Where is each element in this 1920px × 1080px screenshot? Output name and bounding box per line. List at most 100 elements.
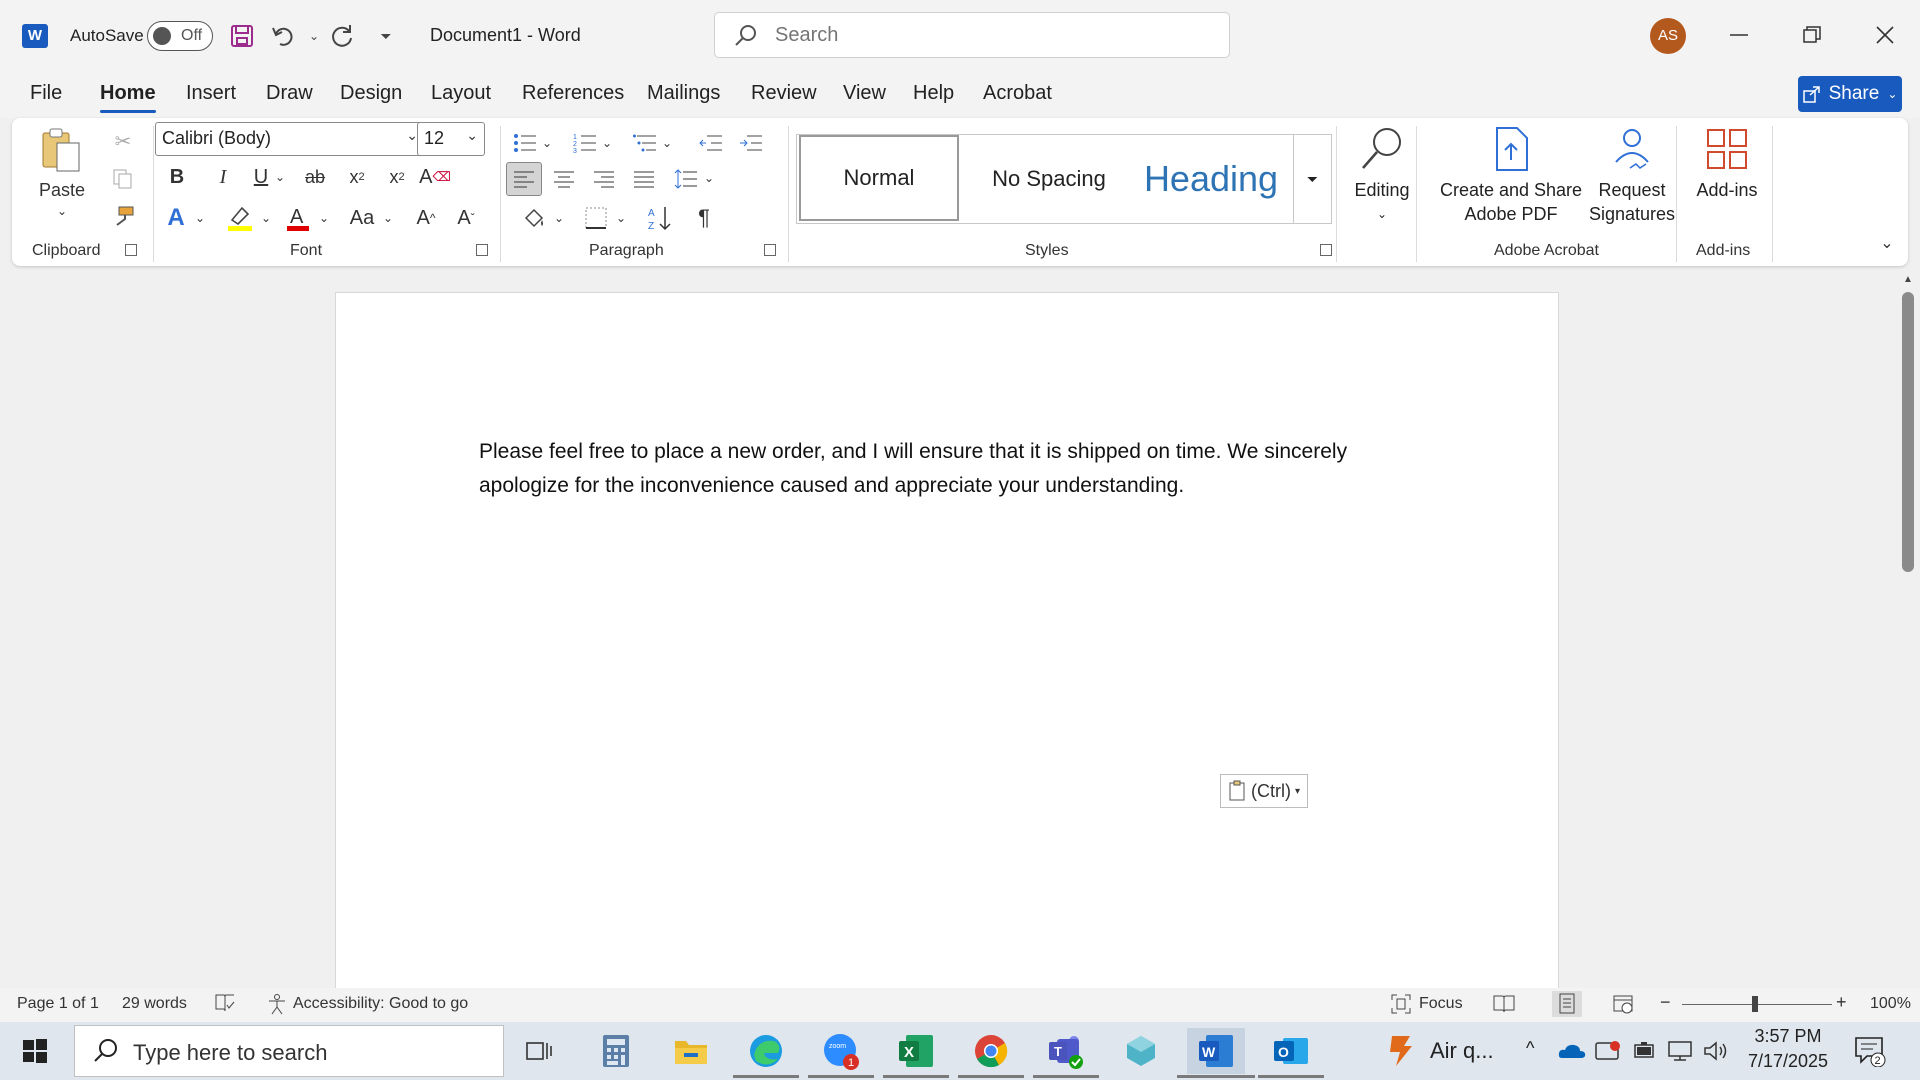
show-formatting-marks-icon[interactable]: ¶	[686, 202, 722, 234]
paste-label[interactable]: Paste	[32, 180, 92, 201]
calculator-icon[interactable]	[593, 1028, 639, 1074]
tab-layout[interactable]: Layout	[431, 82, 491, 105]
tab-file[interactable]: File	[30, 82, 62, 105]
excel-icon[interactable]: X	[883, 1028, 949, 1078]
shrink-font-icon[interactable]: Aˇ	[448, 202, 484, 234]
bold-button[interactable]: B	[162, 162, 192, 192]
clear-formatting-icon[interactable]: A ⌫	[418, 162, 452, 192]
tab-references[interactable]: References	[522, 82, 624, 105]
numbering-dropdown-icon[interactable]: ⌄	[600, 130, 614, 156]
change-case-button[interactable]: Aa	[342, 202, 382, 234]
align-right-button[interactable]	[586, 162, 622, 196]
shading-icon[interactable]	[516, 202, 552, 234]
file-explorer-icon[interactable]	[668, 1028, 714, 1074]
battery-icon[interactable]	[1624, 1028, 1664, 1074]
tab-home[interactable]: Home	[100, 82, 156, 113]
bullets-icon[interactable]	[508, 128, 542, 158]
show-hidden-icons[interactable]: ^	[1526, 1036, 1534, 1061]
network-icon[interactable]	[1660, 1028, 1700, 1074]
font-color-dropdown-icon[interactable]: ⌄	[316, 204, 332, 232]
tab-draw[interactable]: Draw	[266, 82, 313, 105]
defender-icon[interactable]	[1588, 1028, 1628, 1074]
style-no-spacing[interactable]: No Spacing	[969, 135, 1129, 223]
scroll-up-icon[interactable]: ▲	[1903, 274, 1913, 285]
proofing-icon[interactable]	[214, 993, 236, 1018]
zoom-in-icon[interactable]: +	[1836, 992, 1847, 1013]
zoom-slider-thumb[interactable]	[1752, 996, 1758, 1012]
borders-dropdown-icon[interactable]: ⌄	[614, 204, 628, 232]
windows-start-icon[interactable]	[12, 1028, 58, 1074]
decrease-indent-icon[interactable]	[694, 128, 728, 158]
styles-launcher-icon[interactable]	[1320, 244, 1332, 256]
notifications-icon[interactable]: 2	[1848, 1028, 1892, 1074]
focus-label[interactable]: Focus	[1419, 995, 1463, 1013]
taskbar-search[interactable]: Type here to search	[74, 1025, 504, 1077]
line-spacing-icon[interactable]	[668, 162, 704, 196]
tab-mailings[interactable]: Mailings	[647, 82, 720, 105]
close-button[interactable]	[1862, 14, 1908, 56]
multilevel-dropdown-icon[interactable]: ⌄	[660, 130, 674, 156]
tab-design[interactable]: Design	[340, 82, 402, 105]
strikethrough-button[interactable]: ab	[298, 162, 332, 192]
avatar[interactable]: AS	[1650, 18, 1686, 54]
document-page[interactable]: Please feel free to place a new order, a…	[335, 292, 1559, 988]
style-normal[interactable]: Normal	[799, 135, 959, 221]
editing-button[interactable]: Editing ⌄	[1342, 124, 1422, 226]
borders-icon[interactable]	[578, 202, 614, 234]
paste-dropdown-icon[interactable]: ⌄	[52, 204, 72, 218]
document-text[interactable]: Please feel free to place a new order, a…	[479, 435, 1409, 503]
paste-options-button[interactable]: (Ctrl) ▾	[1220, 774, 1308, 808]
zoom-out-icon[interactable]: −	[1660, 992, 1671, 1013]
teams-icon[interactable]: T	[1033, 1028, 1099, 1078]
cut-icon[interactable]: ✂	[102, 126, 144, 156]
weather-icon[interactable]	[1378, 1028, 1424, 1074]
tab-insert[interactable]: Insert	[186, 82, 236, 105]
search-input[interactable]	[775, 21, 1195, 49]
underline-dropdown-icon[interactable]: ⌄	[272, 164, 288, 190]
app-icon[interactable]	[1118, 1028, 1164, 1074]
justify-button[interactable]	[626, 162, 662, 196]
word-taskbar-icon[interactable]: W	[1177, 1028, 1255, 1078]
zoom-level[interactable]: 100%	[1870, 995, 1911, 1013]
page-count[interactable]: Page 1 of 1	[17, 995, 99, 1013]
numbering-icon[interactable]: 123	[568, 128, 602, 158]
subscript-button[interactable]: x2	[340, 162, 374, 192]
text-effects-dropdown-icon[interactable]: ⌄	[192, 204, 208, 232]
autosave-toggle[interactable]: Off	[147, 21, 213, 51]
search-box[interactable]	[714, 12, 1230, 58]
save-icon[interactable]	[226, 20, 258, 52]
create-share-pdf-button[interactable]: Create and Share Adobe PDF	[1426, 126, 1596, 226]
font-launcher-icon[interactable]	[476, 244, 488, 256]
style-heading[interactable]: Heading	[1131, 135, 1291, 223]
add-ins-button[interactable]: Add-ins	[1682, 126, 1772, 202]
web-layout-icon[interactable]	[1612, 993, 1634, 1020]
collapse-ribbon-icon[interactable]: ⌄	[1876, 232, 1898, 254]
increase-indent-icon[interactable]	[734, 128, 768, 158]
vertical-scrollbar[interactable]: ▲	[1898, 270, 1920, 988]
change-case-dropdown-icon[interactable]: ⌄	[380, 204, 396, 232]
grow-font-icon[interactable]: A ^	[408, 202, 444, 234]
bullets-dropdown-icon[interactable]: ⌄	[540, 130, 554, 156]
format-painter-icon[interactable]	[102, 202, 144, 232]
copy-icon[interactable]	[102, 164, 144, 194]
italic-button[interactable]: I	[208, 162, 238, 192]
tab-acrobat[interactable]: Acrobat	[983, 82, 1052, 105]
clock[interactable]: 3:57 PM 7/17/2025	[1732, 1024, 1844, 1074]
volume-icon[interactable]	[1696, 1028, 1736, 1074]
focus-icon[interactable]	[1390, 993, 1412, 1020]
word-count[interactable]: 29 words	[122, 995, 187, 1013]
minimize-button[interactable]	[1716, 14, 1762, 56]
undo-icon[interactable]	[268, 20, 300, 52]
scrollbar-thumb[interactable]	[1902, 292, 1914, 572]
edge-icon[interactable]	[733, 1028, 799, 1078]
chrome-icon[interactable]	[958, 1028, 1024, 1078]
task-view-icon[interactable]	[516, 1028, 562, 1074]
redo-icon[interactable]	[326, 20, 358, 52]
paragraph-launcher-icon[interactable]	[764, 244, 776, 256]
superscript-button[interactable]: x2	[380, 162, 414, 192]
styles-more-icon[interactable]: ⏷	[1293, 135, 1331, 223]
onedrive-icon[interactable]	[1552, 1028, 1592, 1074]
accessibility-status[interactable]: Accessibility: Good to go	[293, 995, 468, 1013]
font-size-combo[interactable]: 12 ⌄	[417, 122, 485, 156]
weather-label[interactable]: Air q...	[1430, 1038, 1494, 1063]
